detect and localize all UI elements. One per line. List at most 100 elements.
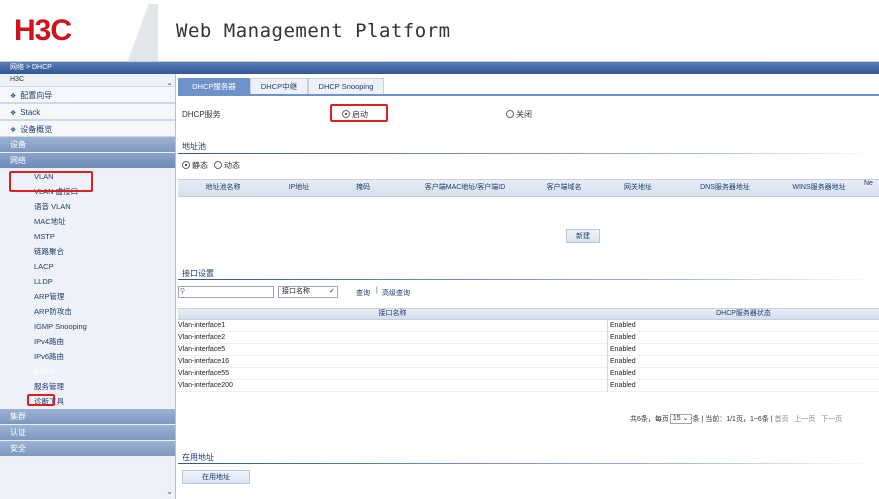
sidebar-category-cluster[interactable]: 集群 [0,409,175,425]
sidebar-category-auth[interactable]: 认证 [0,425,175,441]
separator: | [376,287,378,294]
highlight-box-enable [330,104,388,122]
sidebar-item-arp[interactable]: ARP管理 [0,289,175,304]
table-row[interactable]: Vlan-interface1 Enabled [178,320,879,332]
column-header[interactable]: 地址池名称 [188,180,258,196]
sidebar-item-lldp[interactable]: LLDP [0,274,175,289]
column-header[interactable]: 客户端域名 [534,180,594,196]
new-pool-button[interactable]: 新建 [566,229,600,243]
diamond-icon: ❖ [10,110,17,117]
interface-section-title: 接口设置 [182,269,214,278]
column-divider [607,380,608,392]
sidebar-category-security[interactable]: 安全 [0,441,175,457]
sidebar-root-label: H3C [10,76,25,83]
interface-section-rule [178,279,879,280]
sidebar-item-vlan[interactable]: 语音 VLAN [0,199,175,214]
dhcp-status-cell: Enabled [610,334,636,341]
table-row[interactable]: Vlan-interface55 Enabled [178,368,879,380]
next-page-link[interactable]: 下一页 [821,416,842,423]
select-value: 接口名称 [282,288,310,295]
interface-name-cell: Vlan-interface55 [178,370,229,377]
column-divider [607,332,608,344]
dhcp-status-cell: Enabled [610,370,636,377]
sidebar-item-label: Stack [20,108,41,117]
column-divider [607,368,608,380]
breadcrumb: 网络 > DHCP [0,62,879,74]
radio-checked-icon [182,161,190,169]
tab-dhcp-server[interactable]: DHCP服务器 [178,78,250,94]
pool-dynamic-radio[interactable]: 动态 [214,160,240,171]
column-header[interactable]: DHCP服务器状态 [608,309,879,319]
sidebar-item-overview[interactable]: ❖ 设备概览 [0,120,175,137]
sidebar-item-arp[interactable]: ARP防攻击 [0,304,175,319]
column-header[interactable]: 客户端MAC地址/客户端ID [402,180,528,196]
page-size-value: 15 [672,415,681,423]
column-header[interactable]: 掩码 [343,180,383,196]
radio-label: 静态 [192,161,208,170]
pool-static-radio[interactable]: 静态 [182,160,208,171]
radio-label: 动态 [224,161,240,170]
column-header[interactable]: Ne [864,176,879,192]
sidebar-item-ipv6[interactable]: IPv6路由 [0,349,175,364]
sidebar-item-igmp-snooping[interactable]: IGMP Snooping [0,319,175,334]
scroll-up-icon[interactable]: ⌃ [166,82,173,91]
table-row[interactable]: Vlan-interface5 Enabled [178,344,879,356]
sidebar-category-network[interactable]: 网络 [0,153,175,169]
sidebar-item-mac[interactable]: MAC地址 [0,214,175,229]
pager-status: 条 | 当前：1/1页，1~6条 | [692,416,773,423]
first-page-link[interactable]: 首页 [775,416,789,423]
sidebar-item-lacp[interactable]: LACP [0,259,175,274]
chevron-down-icon: ✓ [329,288,335,295]
pool-section-rule [178,153,879,154]
sidebar-item-dhcp[interactable]: DHCP [0,364,175,379]
pagination: 共6条，每页 15 ⌄ 条 | 当前：1/1页，1~6条 | 首页 上一页 下一页 [630,414,842,425]
table-row[interactable]: Vlan-interface2 Enabled [178,332,879,344]
sidebar-item-[interactable]: 链路聚合 [0,244,175,259]
sidebar-item-wizard[interactable]: ❖ 配置向导 [0,86,175,103]
tab-dhcp-snooping[interactable]: DHCP Snooping [308,78,384,94]
search-field-select[interactable]: 接口名称 ✓ [278,286,338,298]
sidebar-item-label: 配置向导 [20,91,53,100]
column-header[interactable]: 接口名称 [178,309,607,319]
in-use-button[interactable]: 在用地址 [182,470,250,484]
radio-label: 关闭 [516,110,532,119]
column-header[interactable]: WINS服务器地址 [782,180,856,196]
highlight-box-dhcp [27,394,55,406]
dhcp-status-cell: Enabled [610,382,636,389]
main-panel: DHCP服务器 DHCP中继 DHCP Snooping DHCP服务 启动 关… [178,74,879,499]
app-window: H3C Web Management Platform 网络 > DHCP H3… [0,0,879,499]
advanced-query-link[interactable]: 高级查询 [382,288,410,298]
highlight-box-network [9,171,93,192]
dhcp-disable-radio[interactable]: 关闭 [506,109,532,120]
scroll-down-icon[interactable]: ⌄ [166,487,173,496]
column-header[interactable]: 网关地址 [608,180,668,196]
dhcp-status-cell: Enabled [610,322,636,329]
sidebar-item-ipv4[interactable]: IPv4路由 [0,334,175,349]
diamond-icon: ❖ [10,93,17,100]
header: H3C Web Management Platform [0,0,879,62]
radio-unchecked-icon [214,161,222,169]
sidebar[interactable]: H3C ⌃ ❖ 配置向导 ❖ Stack ❖ 设备概览 设备 网络 VLAN VLAN … [0,74,176,499]
platform-title: Web Management Platform [176,20,451,42]
query-link[interactable]: 查询 [356,288,370,298]
sidebar-category-device[interactable]: 设备 [0,137,175,153]
radio-unchecked-icon [506,110,514,118]
tab-underline [178,94,879,96]
sidebar-item-stack[interactable]: ❖ Stack [0,103,175,120]
column-header[interactable]: DNS服务器地址 [680,180,770,196]
sidebar-item-mstp[interactable]: MSTP [0,229,175,244]
column-divider [607,356,608,368]
tab-dhcp-relay[interactable]: DHCP中继 [250,78,308,94]
table-row[interactable]: Vlan-interface16 Enabled [178,356,879,368]
page-size-select[interactable]: 15 ⌄ [669,414,692,425]
pool-section-title: 地址池 [182,142,206,151]
h3c-logo: H3C [14,14,72,47]
column-divider [607,320,608,332]
pool-table-header: 地址池名称 IP地址 掩码 客户端MAC地址/客户端ID 客户端域名 网关地址 … [178,179,879,197]
table-row[interactable]: Vlan-interface200 Enabled [178,380,879,392]
sidebar-item-[interactable]: 服务管理 [0,379,175,394]
search-input[interactable]: ⚲ [178,286,274,298]
prev-page-link[interactable]: 上一页 [794,416,815,423]
column-header[interactable]: IP地址 [274,180,324,196]
pager-total: 共6条，每页 [630,416,669,423]
